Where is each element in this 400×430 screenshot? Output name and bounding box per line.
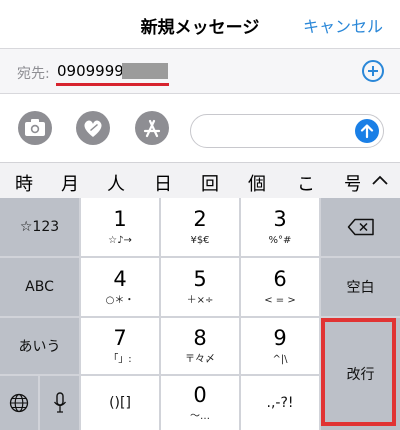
prediction-candidate[interactable]: 日 [154, 170, 172, 196]
key-9[interactable]: 9 ^|\ [241, 318, 319, 374]
prediction-candidate[interactable]: 時 [15, 170, 33, 196]
chevron-up-icon [372, 175, 388, 185]
prediction-candidate[interactable]: 月 [61, 170, 79, 196]
message-input[interactable] [190, 114, 384, 148]
microphone-icon [53, 392, 66, 413]
key-7[interactable]: 7 「」: [81, 318, 159, 374]
digital-touch-icon[interactable] [76, 111, 110, 145]
app-store-icon[interactable] [135, 111, 169, 145]
key-4[interactable]: 4 ○＊・ [81, 258, 159, 316]
prediction-candidate[interactable]: 回 [201, 170, 219, 196]
send-button[interactable] [355, 119, 379, 143]
key-2[interactable]: 2 ¥$€ [161, 198, 239, 256]
add-contact-button[interactable] [362, 60, 384, 82]
kana-key[interactable]: あいう [0, 318, 79, 374]
paren-key[interactable]: ()[] [81, 376, 159, 430]
backspace-key[interactable] [321, 198, 400, 256]
key-1[interactable]: 1 ☆♪→ [81, 198, 159, 256]
prediction-bar: 時 月 人 日 回 個 こ 号 [0, 162, 400, 199]
cancel-button[interactable]: キャンセル [303, 13, 383, 37]
recipient-label: 宛先: [17, 66, 50, 82]
collapse-predictions-button[interactable] [360, 163, 400, 199]
redacted-digits [122, 63, 168, 79]
prediction-candidate[interactable]: 個 [248, 170, 266, 196]
dictation-key[interactable] [40, 376, 79, 430]
key-6[interactable]: 6 < = > [241, 258, 319, 316]
backspace-icon [347, 218, 374, 236]
key-0[interactable]: 0 〜… [161, 376, 239, 430]
recipient-row[interactable]: 宛先: 0909999 [0, 48, 400, 94]
camera-icon[interactable] [18, 111, 52, 145]
prediction-candidate[interactable]: こ [297, 170, 315, 196]
recipient-number[interactable]: 0909999 [57, 62, 124, 80]
arrow-up-icon [360, 124, 374, 139]
return-key-highlight [321, 318, 396, 426]
nav-bar: 新規メッセージ キャンセル [0, 0, 400, 48]
symbols-key[interactable]: ☆123 [0, 198, 79, 256]
recipient-highlight-underline [56, 83, 169, 86]
space-key[interactable]: 空白 [321, 258, 400, 316]
key-5[interactable]: 5 ＋×÷ [161, 258, 239, 316]
key-3[interactable]: 3 %°# [241, 198, 319, 256]
prediction-candidate[interactable]: 人 [107, 170, 125, 196]
key-8[interactable]: 8 〒々〆 [161, 318, 239, 374]
globe-key[interactable] [0, 376, 38, 430]
abc-key[interactable]: ABC [0, 258, 79, 316]
globe-icon [9, 393, 29, 413]
punctuation-key[interactable]: .,-?! [241, 376, 319, 430]
